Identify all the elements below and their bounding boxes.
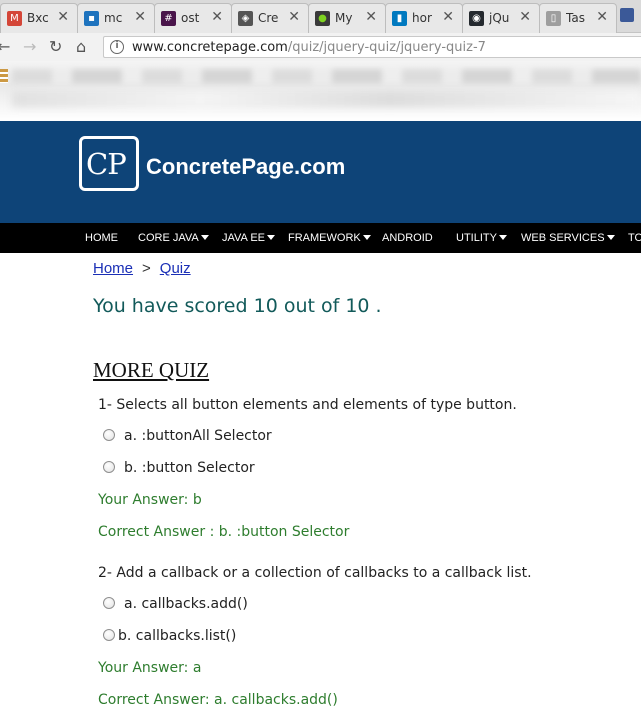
question-1-text: 1- Selects all button elements and eleme… [98,397,517,413]
close-tab-icon[interactable]: ✕ [57,9,69,25]
tab-label: ost [181,11,200,25]
menu-label: WEB SERVICES [521,232,605,244]
caret-down-icon [267,235,276,240]
browser-tab[interactable]: ◈ Cre ✕ [231,3,309,33]
score-message: You have scored 10 out of 10 . [93,295,382,317]
site-name[interactable]: ConcretePage.com [146,154,345,180]
your-answer-q2: Your Answer: a [98,660,202,676]
url-host: www.concretepage.com [132,40,288,55]
menu-label: UTILITY [456,232,497,244]
menu-label: HOME [85,232,118,244]
github-icon: ◉ [469,11,484,26]
forward-arrow-icon[interactable]: → [23,37,36,56]
close-tab-icon[interactable]: ✕ [519,9,531,25]
caret-down-icon [498,235,507,240]
tab-label: Bxc [27,11,49,25]
close-tab-icon[interactable]: ✕ [442,9,454,25]
menu-label: JAVA EE [222,232,266,244]
radio-q1-a[interactable] [103,429,115,441]
close-tab-icon[interactable]: ✕ [596,9,608,25]
facebook-icon[interactable] [620,8,634,22]
address-bar-row: ← → ↻ ⌂ i www.concretepage.com/quiz/jque… [0,33,641,61]
app-green-icon: ● [315,11,330,26]
breadcrumb-quiz-link[interactable]: Quiz [160,260,191,277]
back-arrow-icon[interactable]: ← [0,37,10,56]
correct-answer-q1: Correct Answer : b. :button Selector [98,524,350,540]
close-tab-icon[interactable]: ✕ [365,9,377,25]
close-tab-icon[interactable]: ✕ [211,9,223,25]
caret-down-icon [200,235,209,240]
gmail-icon: M [7,11,22,26]
menu-label: TO [628,232,641,244]
breadcrumb-home-link[interactable]: Home [93,260,133,277]
apps-icon[interactable] [0,69,8,83]
browser-tab[interactable]: # ost ✕ [154,3,232,33]
option-q1-a[interactable]: a. :buttonAll Selector [124,428,272,444]
question-2-text: 2- Add a callback or a collection of cal… [98,565,532,581]
caret-down-icon [362,235,371,240]
trello-icon: ▮ [392,11,407,26]
home-icon[interactable]: ⌂ [76,37,86,56]
browser-tab[interactable]: ● My ✕ [308,3,386,33]
bookmarks-bar-blurred [0,61,641,121]
menu-label: CORE JAVA [138,232,199,244]
close-tab-icon[interactable]: ✕ [288,9,300,25]
radio-q2-a[interactable] [103,597,115,609]
blurred-region [12,91,641,107]
more-quiz-heading[interactable]: MORE QUIZ [93,358,209,383]
tab-label: jQu [489,11,510,25]
option-q1-b[interactable]: b. :button Selector [124,460,255,476]
browser-tab[interactable]: M Bxc ✕ [0,3,78,33]
browser-tab[interactable]: ▪ mc ✕ [77,3,155,33]
menu-item-framework[interactable]: FRAMEWORK [288,232,371,244]
your-answer-q1: Your Answer: b [98,492,202,508]
site-logo[interactable]: CP [79,136,139,191]
tab-label: My [335,11,353,25]
url-field[interactable]: i www.concretepage.com/quiz/jquery-quiz/… [103,36,641,58]
menu-item-utility[interactable]: UTILITY [456,232,507,244]
codepen-icon: ◈ [238,11,253,26]
site-header: CP ConcretePage.com [0,121,641,223]
radio-q1-b[interactable] [103,461,115,473]
info-icon[interactable]: i [110,40,124,54]
browser-tab[interactable]: ▮ hor ✕ [385,3,463,33]
radio-q2-b[interactable] [103,629,115,641]
monitor-icon: ▪ [84,11,99,26]
menu-item-home[interactable]: HOME [85,232,118,244]
breadcrumb-separator: > [142,260,151,277]
option-q2-a[interactable]: a. callbacks.add() [124,596,248,612]
browser-tab-bar: M Bxc ✕ ▪ mc ✕ # ost ✕ ◈ Cre ✕ ● My ✕ ▮ … [0,0,641,33]
menu-item-java-ee[interactable]: JAVA EE [222,232,276,244]
slack-icon: # [161,11,176,26]
close-tab-icon[interactable]: ✕ [134,9,146,25]
menu-item-more[interactable]: TO [628,232,641,244]
page-icon: ▯ [546,11,561,26]
tab-label: Cre [258,11,279,25]
main-menu: HOME CORE JAVA JAVA EE FRAMEWORK ANDROID… [0,223,641,253]
url-text: www.concretepage.com/quiz/jquery-quiz/jq… [132,40,486,55]
option-q2-b[interactable]: b. callbacks.list() [118,628,236,644]
tab-label: hor [412,11,432,25]
tab-label: mc [104,11,123,25]
menu-label: ANDROID [382,232,433,244]
blurred-bookmarks [12,69,641,83]
browser-tab[interactable]: ▯ Tas ✕ [539,3,617,33]
browser-tab[interactable]: ◉ jQu ✕ [462,3,540,33]
menu-item-android[interactable]: ANDROID [382,232,433,244]
url-path: /quiz/jquery-quiz/jquery-quiz-7 [287,40,486,55]
tab-label: Tas [566,11,585,25]
reload-icon[interactable]: ↻ [49,37,62,56]
menu-label: FRAMEWORK [288,232,361,244]
breadcrumb: Home > Quiz [93,260,191,277]
correct-answer-q2: Correct Answer: a. callbacks.add() [98,692,338,708]
logo-text: CP [86,147,127,181]
menu-item-core-java[interactable]: CORE JAVA [138,232,209,244]
caret-down-icon [606,235,615,240]
menu-item-web-services[interactable]: WEB SERVICES [521,232,615,244]
